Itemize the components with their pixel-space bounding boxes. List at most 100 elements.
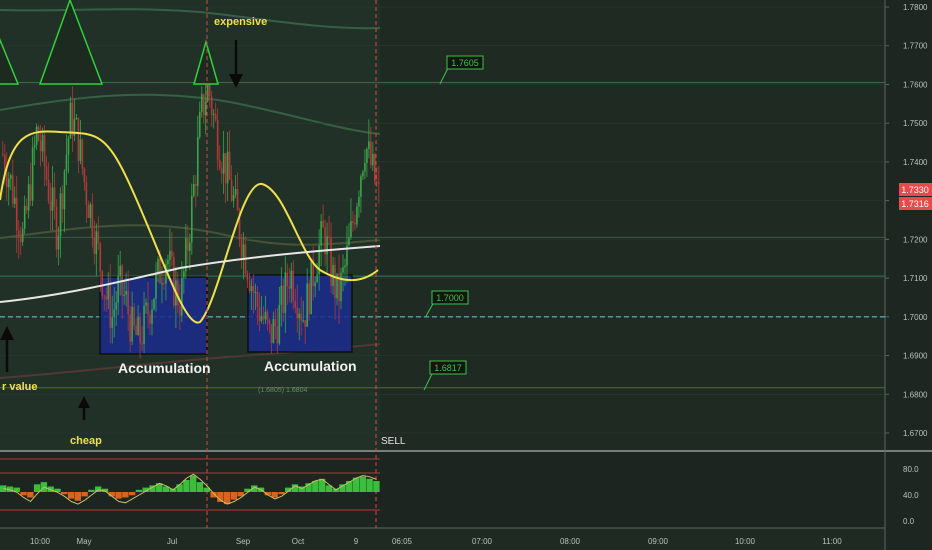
candle-body: [266, 311, 269, 320]
price-tick-label: 1.6900: [903, 352, 928, 361]
candle-body: [228, 151, 231, 180]
candle-body: [304, 320, 306, 327]
candle-body: [91, 204, 94, 238]
candle-body: [141, 343, 143, 345]
candle-body: [183, 271, 185, 278]
accumulation-sub-label: (1.6805) 1.6804: [258, 387, 308, 394]
indicator-bar: [81, 492, 88, 497]
indicator-pane-bg: [0, 452, 885, 528]
candle-body: [358, 196, 360, 207]
candle-body: [282, 285, 285, 313]
indicator-bar: [271, 492, 278, 498]
candle-body: [252, 286, 255, 293]
candle-body: [322, 220, 324, 228]
candle-body: [354, 222, 356, 225]
indicator-bar: [67, 492, 75, 499]
indicator-bar: [74, 492, 82, 501]
candle-body: [179, 305, 181, 316]
candle-body: [246, 274, 249, 281]
indicator-bar: [135, 489, 143, 492]
candle-body: [234, 188, 237, 195]
candle-body: [212, 114, 215, 116]
candle-body: [21, 228, 24, 243]
candle-body: [294, 300, 297, 308]
indicator-bar: [33, 484, 41, 492]
candle-body: [218, 159, 221, 169]
candle-body: [288, 286, 291, 289]
fair-value-label: r value: [2, 381, 37, 393]
candle-body: [171, 250, 173, 257]
candle-body: [290, 270, 293, 289]
candle-body: [328, 236, 330, 238]
candle-body: [192, 183, 195, 196]
candle-body: [378, 182, 380, 184]
price-tick-label: 1.7800: [903, 3, 928, 12]
candle-body: [326, 236, 328, 255]
time-tick-label: 10:00: [30, 537, 51, 546]
candle-body: [101, 271, 104, 296]
indicator-bar: [359, 476, 367, 492]
candle-body: [5, 172, 8, 188]
price-tick-label: 1.7700: [903, 42, 928, 51]
candle-body: [314, 282, 316, 287]
candle-body: [125, 290, 127, 295]
candle-body: [155, 272, 157, 299]
candle-body: [71, 102, 74, 136]
candle-body: [85, 182, 88, 205]
candle-body: [63, 171, 66, 210]
candle-body: [236, 188, 239, 211]
candle-body: [77, 117, 80, 161]
accumulation-label-2: Accumulation: [264, 358, 357, 374]
candle-body: [65, 154, 68, 172]
candle-body: [23, 205, 26, 229]
level-tag-2-text: 1.7000: [436, 293, 464, 303]
price-tag-current-text: 1.7330: [901, 185, 929, 195]
candle-body: [147, 302, 149, 316]
candle-body: [45, 166, 48, 180]
candle-body: [220, 168, 223, 174]
price-tick-label: 1.7400: [903, 158, 928, 167]
candle-body: [214, 114, 217, 120]
candle-body: [298, 313, 301, 319]
candle-body: [189, 242, 191, 251]
price-tick-label: 1.7600: [903, 80, 928, 89]
candle-body: [35, 126, 38, 145]
candle-body: [89, 204, 92, 218]
candle-body: [129, 314, 131, 342]
candle-body: [181, 277, 183, 316]
candle-body: [135, 325, 137, 335]
candle-body: [87, 204, 90, 218]
candle-body: [191, 195, 193, 243]
candle-body: [344, 265, 346, 268]
candle-body: [276, 326, 279, 344]
candle-body: [119, 265, 121, 277]
candle-body: [19, 236, 22, 243]
candle-body: [111, 316, 114, 328]
candle-body: [284, 272, 287, 313]
candle-body: [364, 162, 366, 172]
candle-body: [31, 147, 34, 201]
candle-body: [103, 295, 106, 297]
candle-body: [232, 194, 235, 201]
indicator-bar: [122, 492, 129, 498]
accumulation-label-1: Accumulation: [118, 360, 211, 376]
candle-body: [360, 176, 362, 197]
candle-body: [177, 280, 179, 306]
level-tag-1-text: 1.7605: [451, 58, 479, 68]
candle-body: [9, 175, 12, 179]
candle-body: [123, 294, 125, 296]
candle-body: [352, 221, 354, 223]
indicator-tick-label: 40.0: [903, 491, 919, 500]
candle-body: [196, 137, 199, 186]
candle-body: [51, 187, 54, 211]
candle-body: [362, 171, 364, 177]
candle-body: [202, 94, 205, 116]
indicator-bar: [20, 492, 27, 496]
candle-body: [7, 178, 10, 188]
chart-canvas: expensive cheap r value Accumulation Acc…: [0, 0, 932, 550]
level-tag-3-text: 1.6817: [434, 363, 462, 373]
candle-body: [270, 324, 273, 343]
candle-body: [250, 286, 253, 291]
time-tick-label: 08:00: [560, 537, 581, 546]
candle-body: [143, 305, 145, 344]
